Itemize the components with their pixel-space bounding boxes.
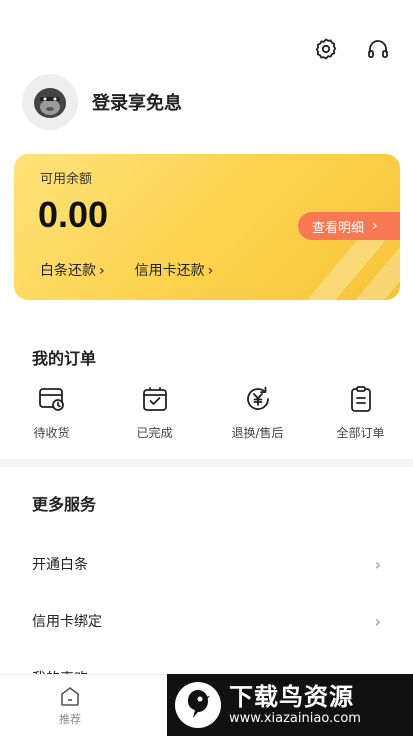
baitiao-repay-link[interactable]: 白条还款 › [40,260,105,280]
chevron-right-icon: › [207,263,214,279]
watermark-banner: 下载鸟资源 www.xiazainiao.com [167,674,413,736]
orders-title: 我的订单 [32,349,97,368]
wallet-clock-icon [37,384,67,414]
chevron-right-icon: › [374,611,381,631]
order-pending-receipt[interactable]: 待收货 [0,384,103,441]
home-icon [61,687,79,706]
top-toolbar [313,36,391,62]
order-returns[interactable]: 退换/售后 [206,384,309,441]
service-label: 信用卡绑定 [32,614,102,630]
order-shortcuts: 待收货 已完成 退换/售后 全部订单 [0,384,413,441]
credit-card-repay-link[interactable]: 信用卡还款 › [135,260,214,280]
watermark-url: www.xiazainiao.com [229,711,361,726]
nav-recommend[interactable]: 推荐 [48,685,92,727]
order-item-label: 退换/售后 [231,426,284,440]
services-title: 更多服务 [32,495,97,514]
gear-icon[interactable] [313,36,339,62]
bag-check-icon [140,384,170,414]
view-details-label: 查看明细 [312,220,365,236]
service-label: 开通白条 [32,557,88,573]
order-item-label: 全部订单 [336,426,385,440]
service-open-baitiao[interactable]: 开通白条 › [32,549,381,579]
repayment-links: 白条还款 › 信用卡还款 › [40,260,213,280]
login-prompt[interactable]: 登录享免息 [92,89,182,115]
section-divider [0,459,413,467]
order-all[interactable]: 全部订单 [309,384,412,441]
chevron-right-icon: › [374,554,381,574]
clipboard-icon [346,384,376,414]
bird-logo-icon [175,682,221,728]
order-item-label: 待收货 [33,426,70,440]
service-bind-credit-card[interactable]: 信用卡绑定 › [32,606,381,636]
credit-card-repay-label: 信用卡还款 [134,263,205,279]
gorilla-avatar-icon[interactable] [22,74,78,130]
chevron-right-icon: › [99,263,105,279]
balance-label: 可用余额 [40,172,93,187]
nav-label: 推荐 [59,713,81,726]
chevron-right-icon: › [372,218,378,234]
view-details-button[interactable]: 查看明细 › [298,212,400,240]
balance-amount: 0.00 [38,194,109,235]
watermark-title: 下载鸟资源 [229,683,354,711]
order-completed[interactable]: 已完成 [103,384,206,441]
baitiao-repay-label: 白条还款 [40,263,96,279]
yen-refresh-icon [243,384,273,414]
headset-icon[interactable] [365,36,391,62]
balance-card: 可用余额 0.00 查看明细 › 白条还款 › 信用卡还款 › [14,154,400,300]
profile-header[interactable]: 登录享免息 [22,74,182,130]
order-item-label: 已完成 [136,426,173,440]
